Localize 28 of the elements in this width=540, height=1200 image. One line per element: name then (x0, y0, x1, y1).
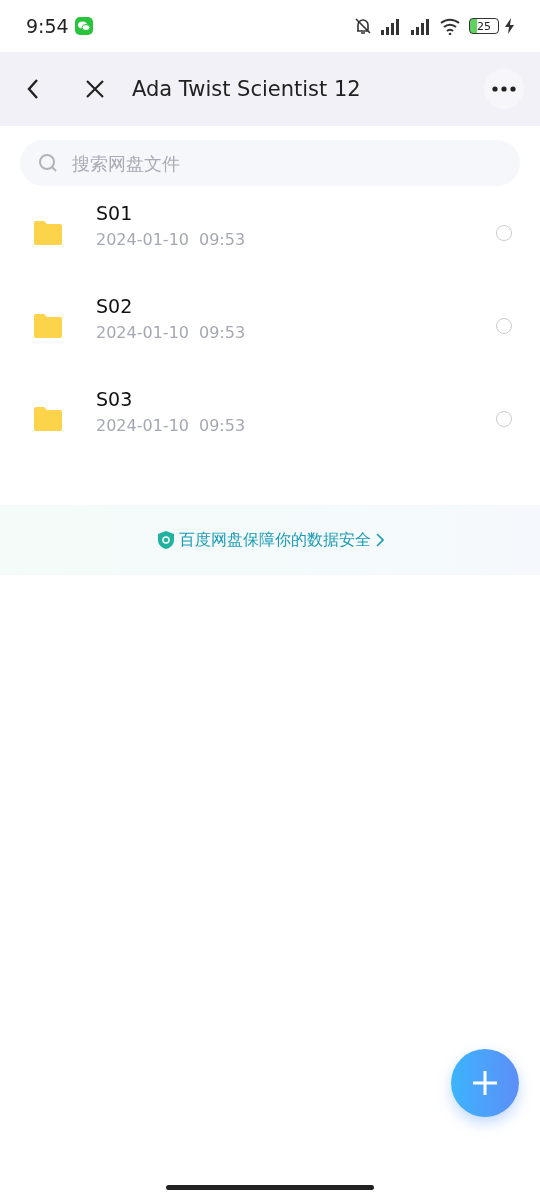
file-time: 09:53 (199, 230, 246, 249)
bell-muted-icon (353, 16, 373, 36)
add-button[interactable] (451, 1049, 519, 1117)
file-date: 2024-01-10 (96, 230, 189, 249)
file-time: 09:53 (199, 416, 246, 435)
charging-icon (505, 18, 514, 34)
file-name[interactable]: S01 (96, 202, 496, 224)
file-name[interactable]: S02 (96, 295, 496, 317)
more-button[interactable] (484, 69, 524, 109)
folder-icon (32, 219, 64, 246)
search-field[interactable]: 搜索网盘文件 (20, 140, 520, 186)
battery-level: 25 (469, 18, 499, 34)
folder-icon (32, 312, 64, 339)
folder-icon (32, 405, 64, 432)
file-date: 2024-01-10 (96, 323, 189, 342)
file-date: 2024-01-10 (96, 416, 189, 435)
back-icon (26, 78, 40, 100)
folder-title: Ada Twist Scientist 12 (132, 77, 362, 101)
close-icon (85, 79, 105, 99)
more-icon (492, 86, 516, 92)
chat-app-icon (74, 17, 93, 35)
shield-icon (156, 530, 175, 550)
plus-icon (472, 1070, 498, 1096)
chevron-icon (374, 533, 384, 547)
file-name[interactable]: S03 (96, 388, 496, 410)
banner-text: 百度网盘保障你的数据安全 (178, 529, 371, 551)
status-time: 9:54 (26, 15, 69, 37)
file-time: 09:53 (199, 323, 246, 342)
